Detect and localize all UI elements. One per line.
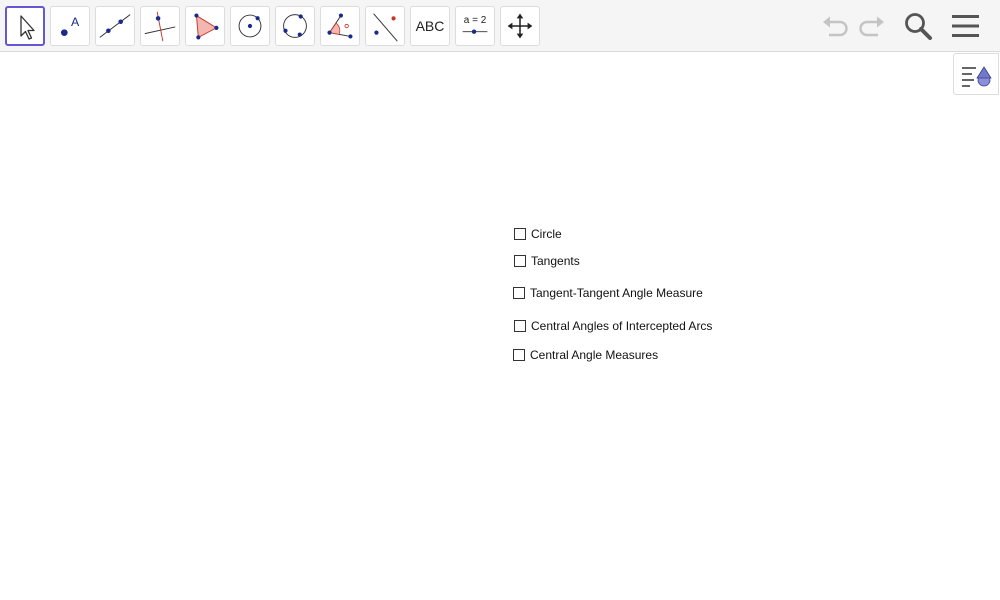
cursor-arrow-icon — [20, 15, 35, 40]
circle-three-points-icon — [283, 14, 307, 38]
checkbox-tangent-tangent-angle-measure-label: Tangent-Tangent Angle Measure — [530, 286, 703, 300]
redo-icon — [859, 16, 884, 37]
checkbox-tangent-tangent-angle-measure[interactable]: Tangent-Tangent Angle Measure — [513, 286, 703, 300]
graphics-view[interactable] — [0, 53, 1000, 600]
menu-button[interactable] — [950, 10, 982, 42]
checkbox-central-angles-intercepted-arcs-label: Central Angles of Intercepted Arcs — [531, 319, 713, 333]
slider-tool-button[interactable]: a = 2 — [455, 6, 495, 46]
checkbox-central-angle-measures-box[interactable] — [513, 349, 525, 361]
redo-button[interactable] — [856, 10, 888, 42]
text-tool-label: ABC — [415, 18, 445, 34]
search-icon — [905, 13, 932, 40]
reflect-about-line-icon — [373, 13, 398, 42]
line-icon — [99, 14, 131, 38]
checkbox-central-angles-intercepted-arcs[interactable]: Central Angles of Intercepted Arcs — [514, 319, 712, 333]
svg-text:A: A — [71, 15, 80, 29]
point-tool-button[interactable]: A — [50, 6, 90, 46]
slider-tool-label: a = 2 — [463, 15, 487, 26]
checkbox-tangents[interactable]: Tangents — [514, 254, 580, 268]
perpendicular-line-tool-button[interactable] — [140, 6, 180, 46]
text-tool-button[interactable]: ABC — [410, 6, 450, 46]
checkbox-central-angle-measures-label: Central Angle Measures — [530, 348, 659, 362]
checkbox-central-angle-measures[interactable]: Central Angle Measures — [513, 348, 658, 362]
style-bar-icon — [962, 66, 992, 87]
checkbox-circle[interactable]: Circle — [514, 227, 562, 241]
checkbox-central-angles-intercepted-arcs-box[interactable] — [514, 320, 526, 332]
undo-icon — [823, 16, 848, 37]
checkbox-tangents-label: Tangents — [531, 254, 580, 268]
reflect-tool-button[interactable] — [365, 6, 405, 46]
checkbox-circle-label: Circle — [531, 227, 562, 241]
checkbox-circle-box[interactable] — [514, 228, 526, 240]
menu-icon — [952, 15, 979, 37]
style-bar-toggle-button[interactable] — [953, 53, 999, 95]
line-tool-button[interactable] — [95, 6, 135, 46]
move-tool-button[interactable] — [5, 6, 45, 46]
checkbox-tangent-tangent-angle-measure-box[interactable] — [513, 287, 525, 299]
circle-center-icon — [238, 14, 262, 38]
circle-through-points-tool-button[interactable] — [275, 6, 315, 46]
toolbar: A ABC a = 2 — [0, 0, 1000, 52]
undo-button[interactable] — [819, 10, 851, 42]
slider-icon — [462, 29, 488, 34]
polygon-tool-button[interactable] — [185, 6, 225, 46]
polygon-icon — [194, 13, 219, 40]
angle-icon — [327, 13, 353, 39]
angle-tool-button[interactable] — [320, 6, 360, 46]
circle-center-point-tool-button[interactable] — [230, 6, 270, 46]
move-arrows-icon — [507, 13, 533, 39]
point-icon: A — [60, 15, 80, 36]
search-button[interactable] — [902, 10, 934, 42]
checkbox-tangents-box[interactable] — [514, 255, 526, 267]
move-view-tool-button[interactable] — [500, 6, 540, 46]
perpendicular-line-icon — [144, 11, 176, 42]
